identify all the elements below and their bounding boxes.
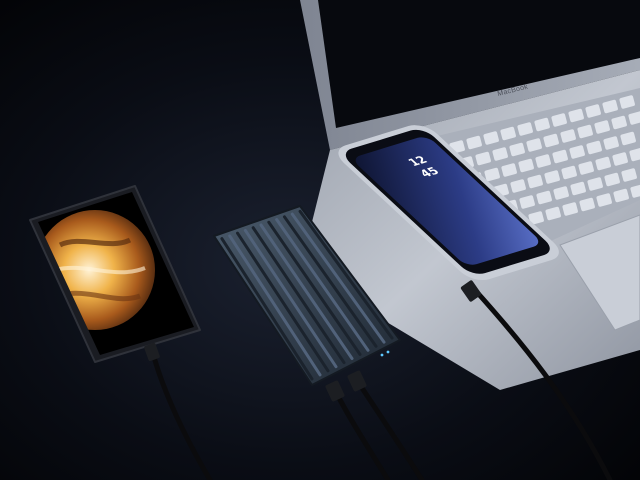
power-bank-led-1: [380, 353, 384, 357]
product-photo: MacBook command 12 45: [0, 0, 640, 480]
power-bank-led-2: [386, 350, 390, 354]
